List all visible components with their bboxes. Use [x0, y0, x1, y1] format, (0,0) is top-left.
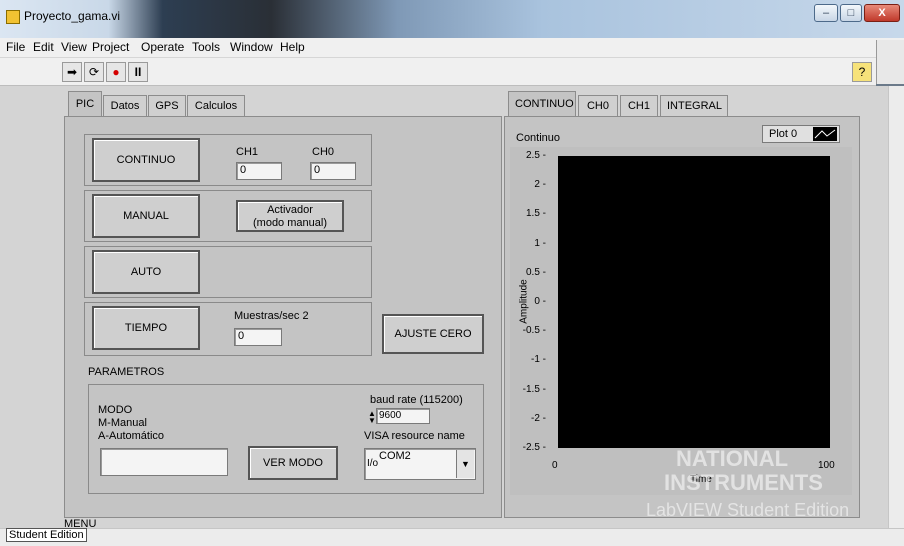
tab-ch1[interactable]: CH1 — [620, 95, 658, 117]
horizontal-scrollbar[interactable] — [0, 528, 904, 546]
close-button[interactable]: X — [864, 4, 900, 22]
y-axis-label: Amplitude — [518, 279, 530, 324]
y-tick: 2 - — [534, 179, 546, 191]
labview-icon — [6, 10, 20, 24]
chevron-down-icon[interactable]: ▼ — [456, 450, 474, 478]
abort-button[interactable]: ● — [106, 62, 126, 82]
tab-ch0[interactable]: CH0 — [578, 95, 618, 117]
menu-operate[interactable]: Operate — [141, 40, 184, 54]
tab-continuo[interactable]: CONTINUO — [508, 91, 576, 116]
vertical-scrollbar[interactable] — [888, 86, 904, 528]
menu-window[interactable]: Window — [230, 40, 273, 54]
tab-calculos[interactable]: Calculos — [187, 95, 245, 117]
run-button[interactable]: ➡ — [62, 62, 82, 82]
menu-edit[interactable]: Edit — [33, 40, 54, 54]
activador-line2: (modo manual) — [253, 217, 327, 229]
y-tick: 2.5 - — [525, 150, 546, 161]
plot-legend[interactable]: Plot 0 — [762, 125, 840, 143]
context-help-button[interactable]: ? — [852, 62, 872, 82]
y-tick: -2 - — [531, 412, 546, 424]
tiempo-button[interactable]: TIEMPO — [92, 306, 200, 350]
continuo-button[interactable]: CONTINUO — [92, 138, 200, 182]
title-bar — [0, 0, 904, 38]
menu-project[interactable]: Project — [92, 40, 129, 54]
graph-title: Continuo — [516, 132, 561, 144]
x-tick-0: 0 — [552, 460, 558, 471]
watermark-line1: NATIONAL — [676, 446, 789, 471]
tab-integral[interactable]: INTEGRAL — [660, 95, 728, 117]
tab-gps[interactable]: GPS — [148, 95, 186, 117]
activador-button[interactable]: Activador (modo manual) — [236, 200, 344, 232]
minimize-button[interactable]: – — [814, 4, 838, 22]
visa-icon: I/o — [367, 458, 379, 469]
baud-rate-label: baud rate (115200) — [370, 394, 463, 406]
y-tick: -1 - — [531, 354, 546, 366]
run-continuously-button[interactable]: ⟳ — [84, 62, 104, 82]
visa-resource-value: COM2 — [379, 450, 411, 462]
modo-indicator — [100, 448, 228, 476]
watermark-line3: LabVIEW Student Edition — [646, 500, 850, 520]
legend-swatch — [813, 127, 837, 141]
ch1-indicator: 0 — [236, 162, 282, 180]
student-edition-badge: Student Edition — [6, 528, 87, 542]
ch0-label: CH0 — [312, 146, 335, 158]
baud-rate-input[interactable]: 9600 — [376, 408, 430, 424]
menu-bar — [0, 38, 904, 58]
parametros-label: PARAMETROS — [88, 366, 165, 378]
watermark-line2: INSTRUMENTS — [664, 470, 823, 495]
modo-line2: M-Manual — [98, 417, 147, 429]
menu-file[interactable]: File — [6, 40, 25, 54]
maximize-button[interactable]: □ — [840, 4, 862, 22]
visa-resource-label: VISA resource name — [364, 430, 465, 442]
modo-line1: MODO — [98, 404, 133, 416]
menu-view[interactable]: View — [61, 40, 87, 54]
y-tick: -2.5 - — [522, 442, 546, 453]
y-tick: 1.5 - — [525, 208, 546, 220]
ajuste-cero-button[interactable]: AJUSTE CERO — [382, 314, 484, 354]
ch1-label: CH1 — [236, 146, 259, 158]
y-tick: 1 - — [534, 237, 546, 249]
legend-label: Plot 0 — [769, 128, 798, 140]
modo-line3: A-Automático — [98, 430, 165, 442]
activador-line1: Activador — [267, 204, 313, 216]
plot-area[interactable] — [558, 156, 830, 448]
menu-tools[interactable]: Tools — [192, 40, 220, 54]
auto-button[interactable]: AUTO — [92, 250, 200, 294]
window-title: Proyecto_gama.vi — [24, 9, 121, 23]
pause-button[interactable]: II — [128, 62, 148, 82]
baud-rate-spinner[interactable]: ▲ ▼ — [368, 410, 376, 425]
vi-icon — [876, 40, 904, 84]
tab-datos[interactable]: Datos — [103, 95, 147, 117]
muestras-input[interactable]: 0 — [234, 328, 282, 346]
manual-button[interactable]: MANUAL — [92, 194, 200, 238]
muestras-label: Muestras/sec 2 — [234, 310, 309, 322]
ch0-indicator: 0 — [310, 162, 356, 180]
menu-help[interactable]: Help — [280, 40, 305, 54]
ver-modo-button[interactable]: VER MODO — [248, 446, 338, 480]
y-tick: -1.5 - — [522, 383, 546, 395]
tab-pic[interactable]: PIC — [68, 91, 102, 116]
